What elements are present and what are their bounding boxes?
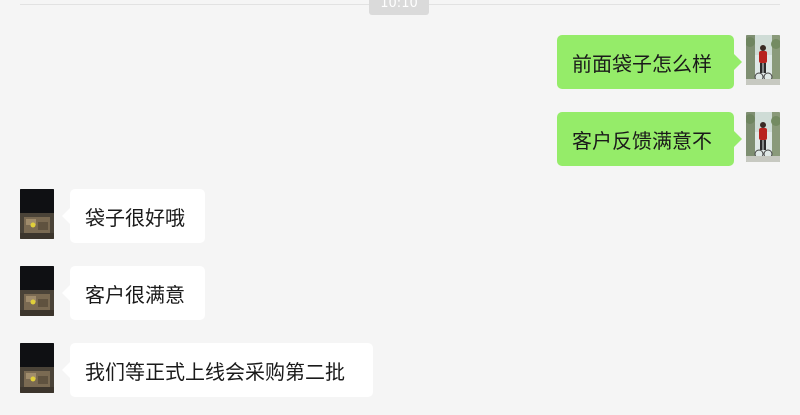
message-text: 袋子很好哦: [85, 205, 185, 230]
message-bubble-contact[interactable]: 我们等正式上线会采购第二批: [62, 343, 373, 397]
timestamp-badge: 10:10: [369, 0, 429, 15]
message-bubble-self[interactable]: 客户反馈满意不: [557, 112, 742, 166]
message-bubble-contact[interactable]: 袋子很好哦: [62, 189, 205, 243]
message-row-self: 客户反馈满意不: [0, 112, 780, 166]
dark-photo-avatar-icon[interactable]: [20, 343, 54, 393]
message-row-contact: 袋子很好哦: [20, 189, 520, 243]
message-text: 客户反馈满意不: [572, 128, 712, 153]
message-row-self: 前面袋子怎么样: [0, 35, 780, 89]
message-text: 客户很满意: [85, 282, 185, 307]
message-row-contact: 客户很满意: [20, 266, 520, 320]
message-text: 我们等正式上线会采购第二批: [85, 359, 345, 384]
dark-photo-avatar-icon[interactable]: [20, 189, 54, 239]
person-photo-avatar-icon[interactable]: [746, 112, 780, 162]
message-row-contact: 我们等正式上线会采购第二批: [20, 343, 520, 397]
person-photo-avatar-icon[interactable]: [746, 35, 780, 85]
message-bubble-contact[interactable]: 客户很满意: [62, 266, 205, 320]
message-bubble-self[interactable]: 前面袋子怎么样: [557, 35, 742, 89]
message-text: 前面袋子怎么样: [572, 51, 712, 76]
dark-photo-avatar-icon[interactable]: [20, 266, 54, 316]
